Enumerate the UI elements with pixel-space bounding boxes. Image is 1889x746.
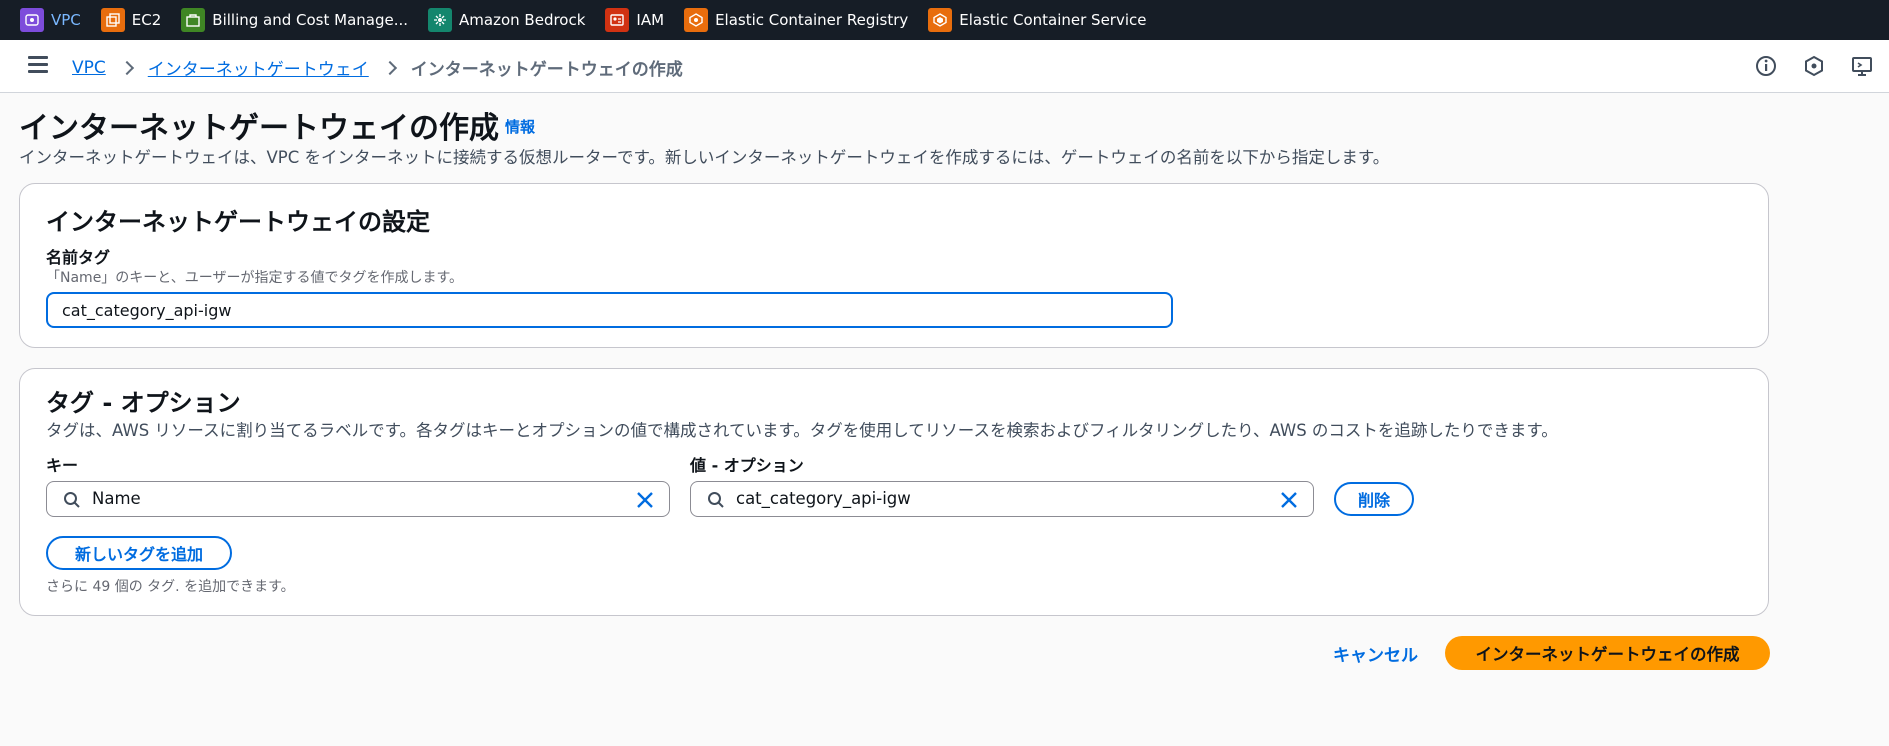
- display-settings-icon[interactable]: [1849, 53, 1875, 79]
- gateway-settings-panel: インターネットゲートウェイの設定 名前タグ 「Name」のキーと、ユーザーが指定…: [19, 183, 1769, 348]
- tag-key-value: Name: [92, 489, 141, 508]
- search-icon: [708, 492, 724, 508]
- favorite-label: Elastic Container Service: [959, 11, 1147, 29]
- chevron-right-icon: [119, 60, 134, 75]
- ecs-icon: [928, 8, 953, 32]
- remove-tag-button[interactable]: 削除: [1334, 482, 1414, 516]
- breadcrumb-header: VPC インターネットゲートウェイ インターネットゲートウェイの作成: [0, 40, 1889, 93]
- favorite-billing[interactable]: Billing and Cost Manage...: [181, 8, 408, 32]
- favorite-ecs[interactable]: Elastic Container Service: [928, 8, 1147, 32]
- tag-value-value: cat_category_api-igw: [736, 489, 911, 508]
- menu-icon[interactable]: [28, 56, 48, 74]
- clear-icon[interactable]: [1279, 490, 1299, 510]
- name-tag-label: 名前タグ: [46, 248, 111, 267]
- notifications-icon[interactable]: [1801, 53, 1827, 79]
- create-gateway-button[interactable]: インターネットゲートウェイの作成: [1445, 636, 1770, 670]
- info-icon[interactable]: [1753, 53, 1779, 79]
- search-icon: [64, 492, 80, 508]
- favorite-label: VPC: [51, 11, 81, 29]
- breadcrumb-internet-gateways[interactable]: インターネットゲートウェイ: [148, 55, 369, 80]
- favorite-ecr[interactable]: Elastic Container Registry: [684, 8, 908, 32]
- breadcrumb: VPC インターネットゲートウェイ インターネットゲートウェイの作成: [72, 55, 683, 81]
- breadcrumb-current: インターネットゲートウェイの作成: [410, 60, 683, 80]
- tag-value-label: 値 - オプション: [690, 456, 804, 475]
- favorite-label: Elastic Container Registry: [715, 11, 909, 29]
- favorite-label: IAM: [636, 11, 665, 29]
- page-title: インターネットゲートウェイの作成: [19, 111, 499, 146]
- favorite-label: Billing and Cost Manage...: [212, 11, 409, 29]
- tags-title: タグ - オプション: [46, 389, 241, 417]
- tag-key-label: キー: [46, 456, 79, 475]
- clear-icon[interactable]: [635, 490, 655, 510]
- favorite-label: EC2: [131, 11, 162, 29]
- favorite-label: Amazon Bedrock: [459, 11, 586, 29]
- name-tag-hint: 「Name」のキーと、ユーザーが指定する値でタグを作成します。: [46, 270, 464, 286]
- favorite-ec2[interactable]: EC2: [100, 8, 162, 32]
- ecr-icon: [684, 8, 709, 32]
- breadcrumb-vpc[interactable]: VPC: [72, 58, 106, 78]
- bedrock-icon: [428, 8, 453, 32]
- tag-limit-note: さらに 49 個の タグ. を追加できます。: [46, 579, 295, 595]
- services-favorites-bar: VPC EC2 Billing and Cost Manage... Amazo…: [0, 0, 1889, 40]
- favorite-iam[interactable]: IAM: [605, 8, 664, 32]
- iam-icon: [605, 8, 630, 32]
- tag-value-field[interactable]: cat_category_api-igw: [690, 481, 1314, 517]
- tags-description: タグは、AWS リソースに割り当てるラベルです。各タグはキーとオプションの値で構…: [46, 421, 1558, 440]
- ec2-icon: [100, 8, 125, 32]
- vpc-icon: [20, 8, 44, 32]
- name-tag-input[interactable]: [46, 292, 1173, 328]
- cancel-button[interactable]: キャンセル: [1333, 641, 1418, 666]
- page-description: インターネットゲートウェイは、VPC をインターネットに接続する仮想ルーターです…: [19, 148, 1390, 167]
- favorite-vpc[interactable]: VPC: [20, 8, 81, 32]
- favorite-bedrock[interactable]: Amazon Bedrock: [428, 8, 585, 32]
- add-tag-button[interactable]: 新しいタグを追加: [46, 536, 232, 570]
- info-link[interactable]: 情報: [505, 116, 535, 137]
- billing-icon: [181, 8, 206, 32]
- settings-title: インターネットゲートウェイの設定: [46, 208, 430, 236]
- chevron-right-icon: [382, 60, 397, 75]
- tags-panel: タグ - オプション タグは、AWS リソースに割り当てるラベルです。各タグはキ…: [19, 368, 1769, 616]
- tag-key-field[interactable]: Name: [46, 481, 670, 517]
